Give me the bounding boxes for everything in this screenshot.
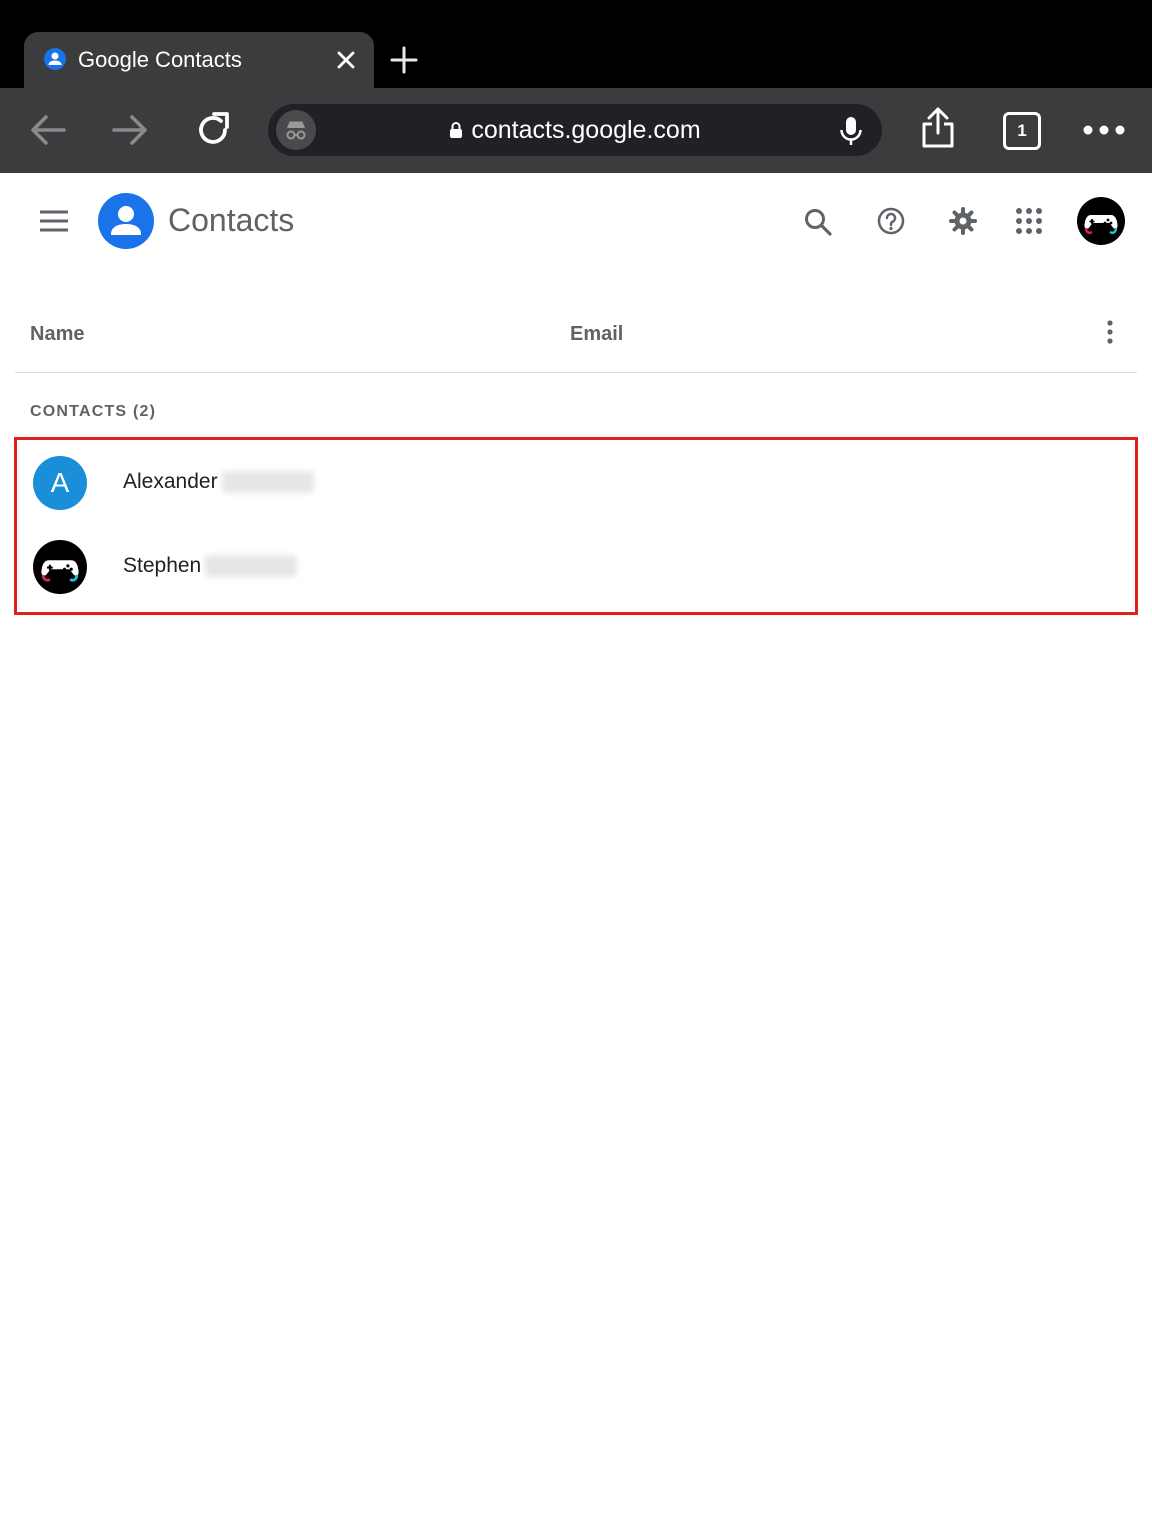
column-options-icon[interactable] [1100,318,1120,351]
redacted-surname [222,471,314,493]
gamepad-avatar-icon [41,560,79,582]
tab-switcher-button[interactable]: 1 [1003,112,1041,150]
app-title: Contacts [168,202,295,238]
contact-name: Alexander [123,470,218,493]
contact-row[interactable]: Stephen [17,524,1135,608]
email-column-header[interactable]: Email [570,323,623,346]
forward-arrow-icon[interactable] [110,112,150,153]
more-options-icon[interactable] [1082,120,1126,145]
url-text: contacts.google.com [471,115,701,144]
contact-avatar [33,540,87,594]
reload-icon[interactable] [193,110,233,155]
microphone-icon[interactable] [838,115,864,152]
lock-icon [450,122,463,138]
list-divider [15,372,1137,373]
contact-row[interactable]: A Alexander [17,440,1135,524]
browser-tab-bar: Google Contacts [0,0,1152,88]
settings-icon[interactable] [948,206,978,241]
apps-grid-icon[interactable] [1015,207,1043,240]
new-tab-icon[interactable] [388,44,420,76]
contacts-logo-icon [98,193,154,254]
search-icon[interactable] [803,207,833,242]
contact-avatar: A [33,456,87,510]
help-icon[interactable] [876,206,906,241]
main-menu-icon[interactable] [38,207,70,240]
redacted-surname [205,555,297,577]
tab-title: Google Contacts [78,47,242,72]
gamepad-avatar-icon [1084,215,1118,234]
contacts-favicon-icon [44,48,66,70]
name-column-header[interactable]: Name [30,323,84,346]
profile-avatar[interactable] [1077,197,1125,245]
contacts-count-label: CONTACTS (2) [30,403,157,420]
close-tab-icon[interactable] [332,46,360,74]
address-bar[interactable]: contacts.google.com [268,104,882,156]
share-icon[interactable] [918,106,958,155]
browser-tab[interactable]: Google Contacts [24,32,374,88]
contact-name: Stephen [123,554,202,577]
back-arrow-icon[interactable] [28,112,68,153]
